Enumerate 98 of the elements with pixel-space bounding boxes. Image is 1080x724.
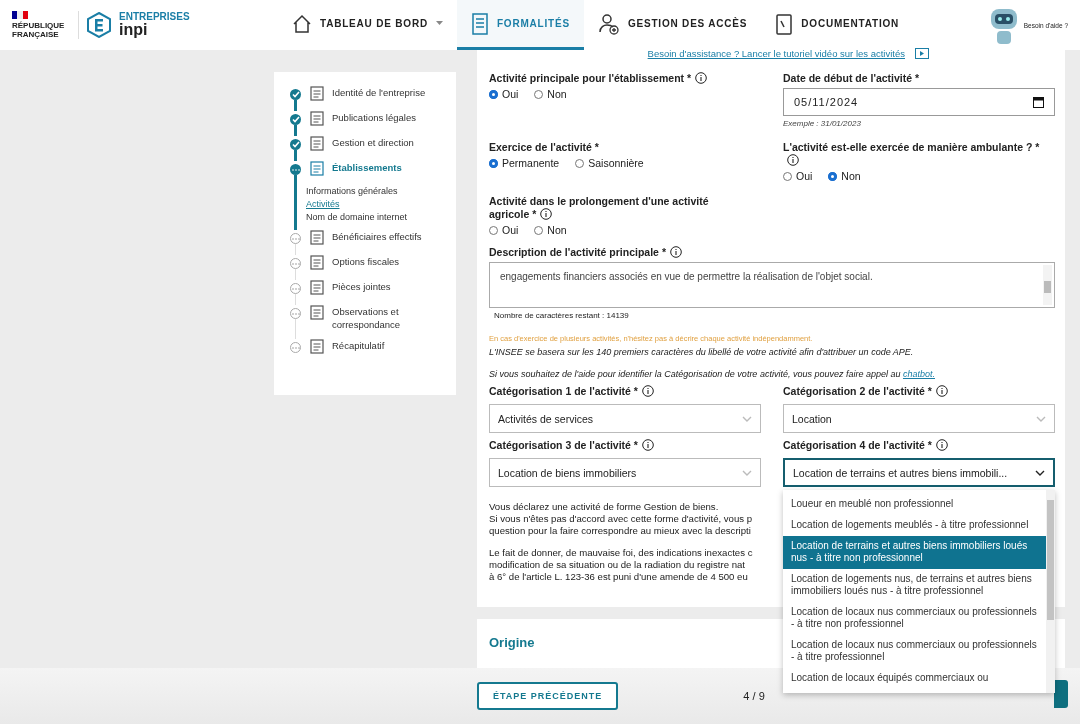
- penalty-text: à 6° de l'article L. 123-36 est puni d'une amende de 4 500 eu: [489, 571, 748, 583]
- brand-name: inpi: [119, 22, 149, 38]
- document-icon: [310, 339, 324, 354]
- info-icon[interactable]: [540, 208, 553, 220]
- nav-tab[interactable]: GESTION DES ACCÈS: [583, 0, 762, 50]
- dropdown-option[interactable]: Location de logements nus, de terrains et autres biens immobiliers loués nus - à titre professionnel: [783, 569, 1046, 602]
- tutorial-link[interactable]: Besoin d'assistance ? Lancer le tutoriel vidéo sur les activités: [647, 47, 905, 59]
- radio-button[interactable]: [489, 158, 498, 168]
- step-link[interactable]: Identité de l'entreprise: [332, 86, 442, 99]
- declaration-text: question pour la faire correspondre au mieux avec la descripti: [489, 525, 751, 537]
- republic-text: RÉPUBLIQUE FRANÇAISE: [12, 21, 66, 39]
- step-link[interactable]: Gestion et direction: [332, 136, 442, 149]
- step-link[interactable]: Récapitulatif: [332, 339, 442, 352]
- step-link[interactable]: Bénéficiaires effectifs: [332, 230, 442, 243]
- document-icon: [310, 136, 324, 151]
- step-counter: 4 / 9: [743, 690, 765, 702]
- insee-note: L'INSEE se basera sur les 140 premiers caractères du libellé de votre activité afin d'attribuer un code APE.: [489, 347, 915, 357]
- field-label: Catégorisation 3 de l'activité *: [489, 439, 638, 451]
- radio-label: Non: [547, 224, 567, 236]
- select-field[interactable]: Location de biens immobiliers: [489, 458, 761, 487]
- calendar-icon: [1033, 96, 1044, 108]
- hexagon-e-logo-icon: [87, 12, 111, 38]
- step-link[interactable]: Publications légales: [332, 111, 442, 124]
- document-icon: [310, 230, 324, 245]
- info-icon[interactable]: [935, 439, 948, 451]
- step-link[interactable]: Observations et correspondance: [332, 305, 442, 331]
- field-label: Catégorisation 4 de l'activité *: [783, 439, 932, 451]
- declaration-text: Si vous n'êtes pas d'accord avec cette forme d'activité, vous p: [489, 513, 753, 525]
- radio-label: Oui: [502, 224, 519, 236]
- radio-label: Permanente: [502, 157, 560, 169]
- info-icon[interactable]: [787, 154, 799, 166]
- info-icon[interactable]: [935, 385, 948, 397]
- step-link[interactable]: Pièces jointes: [332, 280, 442, 293]
- chatbot-note: Si vous souhaitez de l'aide pour identifier la Catégorisation de votre activité, vous pouvez faire appel au chatbot.: [489, 369, 936, 379]
- select-field[interactable]: Activités de services: [489, 404, 761, 433]
- description-textarea[interactable]: engagements financiers associés en vue de permettre la réalisation de l'objet social.: [489, 262, 1055, 308]
- field-label: Activité dans le prolongement d'une activité: [489, 195, 709, 208]
- document-icon: [310, 111, 324, 126]
- nav-tab[interactable]: FORMALITÉS: [456, 0, 584, 50]
- info-icon[interactable]: [669, 246, 682, 258]
- document-icon: [470, 12, 489, 35]
- substep-link[interactable]: Nom de domaine internet: [306, 212, 442, 222]
- nav-tab[interactable]: DOCUMENTATION: [761, 0, 914, 50]
- dropdown-option[interactable]: Location de terrains et autres biens immobiliers loués nus - à titre non professionnel: [783, 536, 1046, 569]
- document-icon: [310, 305, 324, 320]
- scrollbar[interactable]: [1043, 265, 1052, 305]
- field-label: Exercice de l'activité *: [489, 141, 599, 153]
- user-plus-icon: [597, 12, 620, 35]
- radio-button[interactable]: [489, 89, 498, 99]
- home-icon: [292, 13, 312, 34]
- video-icon: [915, 47, 929, 59]
- select-field[interactable]: Location: [783, 404, 1055, 433]
- info-icon[interactable]: [695, 72, 708, 84]
- substep-link[interactable]: Informations générales: [306, 186, 442, 196]
- step-link[interactable]: Établissements: [332, 161, 442, 174]
- field-label: L'activité est-elle exercée de manière ambulante ? *: [783, 141, 1040, 153]
- penalty-text: modification de sa situation ou de la radiation du registre nat: [489, 559, 745, 571]
- info-icon[interactable]: [641, 385, 654, 397]
- character-counter: Nombre de caractères restant : 14139: [493, 311, 630, 320]
- field-label: agricole *: [489, 208, 537, 220]
- scrollbar[interactable]: [1046, 490, 1055, 693]
- radio-label: Oui: [502, 88, 519, 100]
- radio-label: Non: [547, 88, 567, 100]
- radio-label: Oui: [796, 170, 813, 182]
- field-hint: Exemple : 31/01/2023: [783, 119, 862, 128]
- document-icon: [310, 161, 324, 176]
- chatbot-link[interactable]: chatbot.: [902, 369, 935, 379]
- chevron-down-icon: [1035, 469, 1045, 476]
- document-icon: [310, 86, 324, 101]
- nav-tab[interactable]: TABLEAU DE BORD: [278, 0, 457, 50]
- dropdown-option[interactable]: Loueur en meublé non professionnel: [783, 494, 1046, 515]
- field-label: Description de l'activité principale *: [489, 246, 666, 258]
- dropdown-option[interactable]: Location de locaux nus commerciaux ou professionnels - à titre professionnel: [783, 635, 1046, 668]
- field-label: Activité principale pour l'établissement *: [489, 72, 692, 84]
- chevron-down-icon: [742, 415, 752, 422]
- next-step-button[interactable]: [1054, 680, 1068, 708]
- previous-step-button[interactable]: ÉTAPE PRÉCÉDENTE: [477, 682, 619, 710]
- penalty-text: Le fait de donner, de mauvaise foi, des indications inexactes c: [489, 547, 753, 559]
- flag-icon: [12, 11, 28, 19]
- dropdown-option[interactable]: Location de logements meublés - à titre professionnel: [783, 515, 1046, 536]
- select-field[interactable]: Location de terrains et autres biens immobili...: [783, 458, 1055, 487]
- date-field[interactable]: 05/11/2024: [783, 88, 1055, 116]
- field-label: Catégorisation 2 de l'activité *: [783, 385, 932, 397]
- document-icon: [310, 255, 324, 270]
- step-link[interactable]: Options fiscales: [332, 255, 442, 268]
- radio-label: Non: [841, 170, 861, 182]
- document-icon: [310, 280, 324, 295]
- radio-button[interactable]: [828, 171, 838, 181]
- brand-subtitle: ENTREPRISES: [119, 12, 190, 22]
- substep-link[interactable]: Activités: [306, 199, 442, 209]
- radio-label: Saisonnière: [588, 157, 644, 169]
- info-icon[interactable]: [641, 439, 654, 451]
- declaration-text: Vous déclarez une activité de forme Gestion de biens.: [489, 501, 719, 513]
- clipboard-icon: [775, 12, 794, 35]
- field-label: Catégorisation 1 de l'activité *: [489, 385, 638, 397]
- chevron-down-icon: [742, 469, 752, 476]
- field-label: Date de début de l'activité *: [783, 72, 920, 84]
- chevron-down-icon: [1036, 415, 1046, 422]
